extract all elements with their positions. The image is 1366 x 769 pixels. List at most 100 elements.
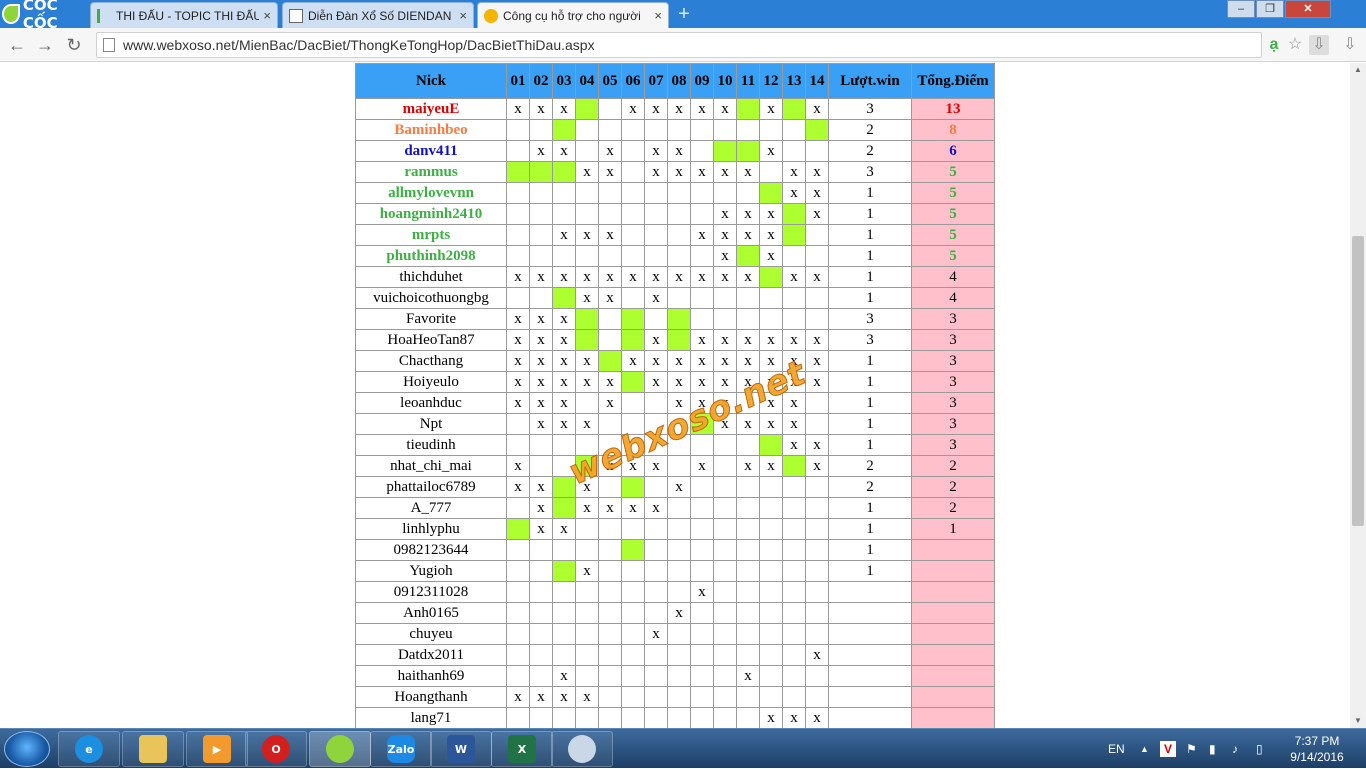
taskbar-zalo[interactable]: Zalo (370, 731, 432, 767)
col-header-day[interactable]: 01 (506, 63, 530, 99)
nick-cell[interactable]: allmylovevnn (355, 182, 507, 204)
nick-cell[interactable]: thichduhet (355, 266, 507, 288)
vertical-scrollbar[interactable]: ▲ ▼ (1350, 63, 1366, 728)
day-cell (621, 707, 645, 728)
col-header-day[interactable]: 12 (759, 63, 783, 99)
col-header-wins[interactable]: Lượt.win (828, 63, 912, 99)
taskbar-ie[interactable]: e (58, 731, 120, 767)
taskbar-explorer[interactable] (122, 731, 184, 767)
nick-cell[interactable]: 0982123644 (355, 539, 507, 561)
nick-cell[interactable]: Favorite (355, 308, 507, 330)
forward-icon[interactable]: → (34, 34, 56, 56)
col-header-day[interactable]: 04 (575, 63, 599, 99)
table-row: danv411 x x x x x x 2 6 (355, 140, 995, 162)
nick-cell[interactable]: hoangminh2410 (355, 203, 507, 225)
scroll-down-icon[interactable]: ▼ (1350, 714, 1366, 728)
col-header-day[interactable]: 14 (805, 63, 829, 99)
start-button[interactable] (4, 731, 50, 767)
nick-cell[interactable]: nhat_chi_mai (355, 455, 507, 477)
nick-cell[interactable]: A_777 (355, 497, 507, 519)
day-cell (713, 182, 737, 204)
nick-cell[interactable]: Anh0165 (355, 602, 507, 624)
show-hidden-icons-icon[interactable]: ▲ (1140, 729, 1149, 769)
day-cell (759, 560, 783, 582)
taskbar-paint[interactable] (551, 731, 613, 767)
system-clock[interactable]: 7:37 PM 9/14/2016 (1284, 733, 1350, 765)
nick-cell[interactable]: Chacthang (355, 350, 507, 372)
taskbar-coccoc[interactable] (309, 731, 371, 767)
day-cell (667, 455, 691, 477)
reload-icon[interactable]: ↻ (63, 34, 85, 56)
nick-cell[interactable]: haithanh69 (355, 665, 507, 687)
table-header-row: Nick 01 02 03 04 05 06 07 08 09 10 11 12 13 14 Lượt.wi… (355, 63, 995, 99)
minimize-button[interactable]: – (1227, 0, 1255, 18)
scroll-up-icon[interactable]: ▲ (1350, 63, 1366, 77)
col-header-points[interactable]: Tổng.Điểm (911, 63, 995, 99)
col-header-day[interactable]: 13 (782, 63, 806, 99)
close-window-button[interactable]: ✕ (1285, 0, 1331, 18)
col-header-day[interactable]: 05 (598, 63, 622, 99)
col-header-day[interactable]: 02 (529, 63, 553, 99)
nick-cell[interactable]: lang71 (355, 707, 507, 728)
nick-cell[interactable]: Hoiyeulo (355, 371, 507, 393)
day-cell: x (713, 266, 737, 288)
unikey-icon[interactable]: V (1160, 729, 1176, 769)
nick-cell[interactable]: HoaHeoTan87 (355, 329, 507, 351)
col-header-day[interactable]: 08 (667, 63, 691, 99)
language-indicator[interactable]: EN (1108, 729, 1125, 769)
close-tab-icon[interactable]: × (654, 8, 662, 23)
nick-cell[interactable]: Hoangthanh (355, 686, 507, 708)
col-header-day[interactable]: 06 (621, 63, 645, 99)
action-center-flag-icon[interactable]: ⚑ (1186, 729, 1197, 769)
window-controls: – ❐ ✕ (1226, 0, 1331, 20)
nick-cell[interactable]: chuyeu (355, 623, 507, 645)
col-header-day[interactable]: 10 (713, 63, 737, 99)
taskbar-media[interactable]: ▶ (186, 731, 248, 767)
col-header-day[interactable]: 03 (552, 63, 576, 99)
volume-icon[interactable]: ♪ (1232, 729, 1238, 769)
day-cell (667, 203, 691, 225)
tab-thi-dau[interactable]: THI ĐẤU - TOPIC THI ĐẤU × (90, 2, 278, 28)
tab-cong-cu[interactable]: Công cụ hỗ trợ cho người × (477, 2, 669, 28)
col-header-day[interactable]: 07 (644, 63, 668, 99)
day-cell: x (805, 350, 829, 372)
nick-cell[interactable]: Yugioh (355, 560, 507, 582)
nick-cell[interactable]: Baminhbeo (355, 119, 507, 141)
nick-cell[interactable]: Npt (355, 413, 507, 435)
coccoc-dictionary-icon[interactable]: ạ (1264, 35, 1284, 55)
nick-cell[interactable]: danv411 (355, 140, 507, 162)
day-cell (667, 182, 691, 204)
scrollbar-thumb[interactable] (1352, 236, 1364, 526)
maximize-button[interactable]: ❐ (1256, 0, 1284, 18)
nick-cell[interactable]: phattailoc6789 (355, 476, 507, 498)
col-header-nick[interactable]: Nick (355, 63, 507, 99)
address-bar[interactable]: www.webxoso.net/MienBac/DacBiet/ThongKeT… (96, 32, 1262, 58)
col-header-day[interactable]: 09 (690, 63, 714, 99)
back-icon[interactable]: ← (6, 34, 28, 56)
battery-icon[interactable]: ▯ (1256, 729, 1263, 769)
close-tab-icon[interactable]: × (263, 8, 271, 23)
bookmark-star-icon[interactable]: ☆ (1285, 35, 1305, 55)
close-tab-icon[interactable]: × (459, 8, 467, 23)
nick-cell[interactable]: vuichoicothuongbg (355, 287, 507, 309)
download-video-icon[interactable]: ⇩ (1309, 35, 1329, 55)
tab-dien-dan[interactable]: Diễn Đàn Xổ Số DIENDAN × (282, 2, 474, 28)
nick-cell[interactable]: maiyeuE (355, 98, 507, 120)
coccoc-logo[interactable]: CỐC CỐC (2, 0, 88, 32)
col-header-day[interactable]: 11 (736, 63, 760, 99)
menu-icon[interactable]: ⇩ (1340, 35, 1360, 55)
network-icon[interactable]: ▮ (1209, 729, 1216, 769)
taskbar-excel[interactable]: X (491, 731, 553, 767)
nick-cell[interactable]: Datdx2011 (355, 644, 507, 666)
nick-cell[interactable]: mrpts (355, 224, 507, 246)
new-tab-button[interactable]: + (674, 4, 694, 24)
win-cell (529, 161, 553, 183)
nick-cell[interactable]: leoanhduc (355, 392, 507, 414)
nick-cell[interactable]: tieudinh (355, 434, 507, 456)
nick-cell[interactable]: 0912311028 (355, 581, 507, 603)
nick-cell[interactable]: rammus (355, 161, 507, 183)
nick-cell[interactable]: linhlyphu (355, 518, 507, 540)
nick-cell[interactable]: phuthinh2098 (355, 245, 507, 267)
taskbar-opera[interactable]: O (245, 731, 307, 767)
taskbar-word[interactable]: W (430, 731, 492, 767)
